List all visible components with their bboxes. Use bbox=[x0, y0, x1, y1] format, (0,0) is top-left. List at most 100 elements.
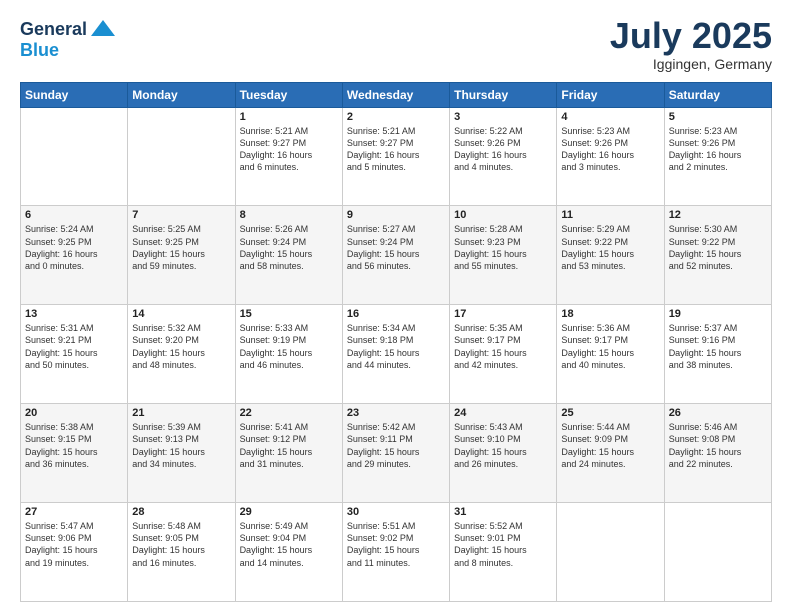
calendar-cell: 13 Sunrise: 5:31 AM Sunset: 9:21 PM Dayli… bbox=[21, 305, 128, 404]
day-info: Sunrise: 5:36 AM Sunset: 9:17 PM Dayligh… bbox=[561, 322, 659, 371]
day-number: 26 bbox=[669, 407, 767, 419]
week-row-1: 1 Sunrise: 5:21 AM Sunset: 9:27 PM Daylig… bbox=[21, 107, 772, 206]
day-info: Sunrise: 5:22 AM Sunset: 9:26 PM Dayligh… bbox=[454, 125, 552, 174]
calendar-cell: 20 Sunrise: 5:38 AM Sunset: 9:15 PM Dayli… bbox=[21, 404, 128, 503]
day-number: 7 bbox=[132, 209, 230, 221]
calendar-cell: 31 Sunrise: 5:52 AM Sunset: 9:01 PM Dayli… bbox=[450, 503, 557, 602]
calendar-cell bbox=[21, 107, 128, 206]
day-number: 2 bbox=[347, 111, 445, 123]
title-block: July 2025 Iggingen, Germany bbox=[610, 16, 772, 72]
logo: General Blue bbox=[20, 16, 117, 61]
week-row-2: 6 Sunrise: 5:24 AM Sunset: 9:25 PM Daylig… bbox=[21, 206, 772, 305]
day-info: Sunrise: 5:38 AM Sunset: 9:15 PM Dayligh… bbox=[25, 421, 123, 470]
calendar-cell: 14 Sunrise: 5:32 AM Sunset: 9:20 PM Dayli… bbox=[128, 305, 235, 404]
calendar-cell: 19Sunrise: 5:37 AM Sunset: 9:16 PM Dayli… bbox=[664, 305, 771, 404]
day-info: Sunrise: 5:51 AM Sunset: 9:02 PM Dayligh… bbox=[347, 520, 445, 569]
calendar-cell: 6 Sunrise: 5:24 AM Sunset: 9:25 PM Daylig… bbox=[21, 206, 128, 305]
day-info: Sunrise: 5:21 AM Sunset: 9:27 PM Dayligh… bbox=[240, 125, 338, 174]
calendar-cell: 28Sunrise: 5:48 AM Sunset: 9:05 PM Dayli… bbox=[128, 503, 235, 602]
calendar-cell bbox=[557, 503, 664, 602]
day-info: Sunrise: 5:24 AM Sunset: 9:25 PM Dayligh… bbox=[25, 223, 123, 272]
calendar-cell: 30 Sunrise: 5:51 AM Sunset: 9:02 PM Dayli… bbox=[342, 503, 449, 602]
day-number: 14 bbox=[132, 308, 230, 320]
calendar-cell: 12 Sunrise: 5:30 AM Sunset: 9:22 PM Dayli… bbox=[664, 206, 771, 305]
day-info: Sunrise: 5:46 AM Sunset: 9:08 PM Dayligh… bbox=[669, 421, 767, 470]
day-info: Sunrise: 5:33 AM Sunset: 9:19 PM Dayligh… bbox=[240, 322, 338, 371]
day-number: 22 bbox=[240, 407, 338, 419]
day-number: 9 bbox=[347, 209, 445, 221]
calendar-cell: 1 Sunrise: 5:21 AM Sunset: 9:27 PM Daylig… bbox=[235, 107, 342, 206]
day-number: 6 bbox=[25, 209, 123, 221]
calendar-cell: 21 Sunrise: 5:39 AM Sunset: 9:13 PM Dayli… bbox=[128, 404, 235, 503]
calendar-cell: 7Sunrise: 5:25 AM Sunset: 9:25 PM Daylig… bbox=[128, 206, 235, 305]
day-info: Sunrise: 5:35 AM Sunset: 9:17 PM Dayligh… bbox=[454, 322, 552, 371]
weekday-header-row: SundayMondayTuesdayWednesdayThursdayFrid… bbox=[21, 82, 772, 107]
weekday-wednesday: Wednesday bbox=[342, 82, 449, 107]
day-number: 12 bbox=[669, 209, 767, 221]
month-title: July 2025 bbox=[610, 16, 772, 56]
day-number: 15 bbox=[240, 308, 338, 320]
day-info: Sunrise: 5:23 AM Sunset: 9:26 PM Dayligh… bbox=[669, 125, 767, 174]
day-info: Sunrise: 5:30 AM Sunset: 9:22 PM Dayligh… bbox=[669, 223, 767, 272]
day-number: 13 bbox=[25, 308, 123, 320]
day-info: Sunrise: 5:52 AM Sunset: 9:01 PM Dayligh… bbox=[454, 520, 552, 569]
day-info: Sunrise: 5:21 AM Sunset: 9:27 PM Dayligh… bbox=[347, 125, 445, 174]
day-number: 21 bbox=[132, 407, 230, 419]
day-info: Sunrise: 5:31 AM Sunset: 9:21 PM Dayligh… bbox=[25, 322, 123, 371]
day-info: Sunrise: 5:34 AM Sunset: 9:18 PM Dayligh… bbox=[347, 322, 445, 371]
day-number: 16 bbox=[347, 308, 445, 320]
logo-icon bbox=[89, 16, 117, 44]
location: Iggingen, Germany bbox=[610, 56, 772, 72]
weekday-friday: Friday bbox=[557, 82, 664, 107]
calendar-cell: 29Sunrise: 5:49 AM Sunset: 9:04 PM Dayli… bbox=[235, 503, 342, 602]
day-info: Sunrise: 5:44 AM Sunset: 9:09 PM Dayligh… bbox=[561, 421, 659, 470]
calendar-cell: 3 Sunrise: 5:22 AM Sunset: 9:26 PM Daylig… bbox=[450, 107, 557, 206]
calendar-cell: 5 Sunrise: 5:23 AM Sunset: 9:26 PM Daylig… bbox=[664, 107, 771, 206]
logo-blue-text: Blue bbox=[20, 40, 59, 61]
weekday-sunday: Sunday bbox=[21, 82, 128, 107]
day-number: 31 bbox=[454, 506, 552, 518]
week-row-3: 13 Sunrise: 5:31 AM Sunset: 9:21 PM Dayli… bbox=[21, 305, 772, 404]
day-number: 18 bbox=[561, 308, 659, 320]
day-info: Sunrise: 5:28 AM Sunset: 9:23 PM Dayligh… bbox=[454, 223, 552, 272]
day-info: Sunrise: 5:37 AM Sunset: 9:16 PM Dayligh… bbox=[669, 322, 767, 371]
calendar-cell: 2 Sunrise: 5:21 AM Sunset: 9:27 PM Daylig… bbox=[342, 107, 449, 206]
day-info: Sunrise: 5:49 AM Sunset: 9:04 PM Dayligh… bbox=[240, 520, 338, 569]
day-number: 23 bbox=[347, 407, 445, 419]
calendar-cell: 18 Sunrise: 5:36 AM Sunset: 9:17 PM Dayli… bbox=[557, 305, 664, 404]
day-info: Sunrise: 5:42 AM Sunset: 9:11 PM Dayligh… bbox=[347, 421, 445, 470]
calendar-cell: 15 Sunrise: 5:33 AM Sunset: 9:19 PM Dayli… bbox=[235, 305, 342, 404]
calendar-cell: 17Sunrise: 5:35 AM Sunset: 9:17 PM Dayli… bbox=[450, 305, 557, 404]
header: General Blue July 2025 Iggingen, Germany bbox=[20, 16, 772, 72]
day-number: 3 bbox=[454, 111, 552, 123]
week-row-4: 20 Sunrise: 5:38 AM Sunset: 9:15 PM Dayli… bbox=[21, 404, 772, 503]
calendar-cell: 16 Sunrise: 5:34 AM Sunset: 9:18 PM Dayli… bbox=[342, 305, 449, 404]
day-number: 20 bbox=[25, 407, 123, 419]
day-number: 1 bbox=[240, 111, 338, 123]
day-number: 4 bbox=[561, 111, 659, 123]
day-info: Sunrise: 5:47 AM Sunset: 9:06 PM Dayligh… bbox=[25, 520, 123, 569]
day-number: 8 bbox=[240, 209, 338, 221]
day-number: 5 bbox=[669, 111, 767, 123]
calendar-cell: 22 Sunrise: 5:41 AM Sunset: 9:12 PM Dayli… bbox=[235, 404, 342, 503]
day-info: Sunrise: 5:48 AM Sunset: 9:05 PM Dayligh… bbox=[132, 520, 230, 569]
weekday-saturday: Saturday bbox=[664, 82, 771, 107]
calendar-cell: 26 Sunrise: 5:46 AM Sunset: 9:08 PM Dayli… bbox=[664, 404, 771, 503]
day-info: Sunrise: 5:43 AM Sunset: 9:10 PM Dayligh… bbox=[454, 421, 552, 470]
weekday-monday: Monday bbox=[128, 82, 235, 107]
weekday-thursday: Thursday bbox=[450, 82, 557, 107]
day-info: Sunrise: 5:41 AM Sunset: 9:12 PM Dayligh… bbox=[240, 421, 338, 470]
day-info: Sunrise: 5:23 AM Sunset: 9:26 PM Dayligh… bbox=[561, 125, 659, 174]
day-number: 25 bbox=[561, 407, 659, 419]
week-row-5: 27Sunrise: 5:47 AM Sunset: 9:06 PM Dayli… bbox=[21, 503, 772, 602]
calendar-cell: 8 Sunrise: 5:26 AM Sunset: 9:24 PM Daylig… bbox=[235, 206, 342, 305]
calendar-cell: 4 Sunrise: 5:23 AM Sunset: 9:26 PM Daylig… bbox=[557, 107, 664, 206]
day-info: Sunrise: 5:39 AM Sunset: 9:13 PM Dayligh… bbox=[132, 421, 230, 470]
day-info: Sunrise: 5:32 AM Sunset: 9:20 PM Dayligh… bbox=[132, 322, 230, 371]
calendar-cell: 10Sunrise: 5:28 AM Sunset: 9:23 PM Dayli… bbox=[450, 206, 557, 305]
calendar-cell: 27Sunrise: 5:47 AM Sunset: 9:06 PM Dayli… bbox=[21, 503, 128, 602]
day-info: Sunrise: 5:29 AM Sunset: 9:22 PM Dayligh… bbox=[561, 223, 659, 272]
day-number: 30 bbox=[347, 506, 445, 518]
weekday-tuesday: Tuesday bbox=[235, 82, 342, 107]
day-info: Sunrise: 5:26 AM Sunset: 9:24 PM Dayligh… bbox=[240, 223, 338, 272]
